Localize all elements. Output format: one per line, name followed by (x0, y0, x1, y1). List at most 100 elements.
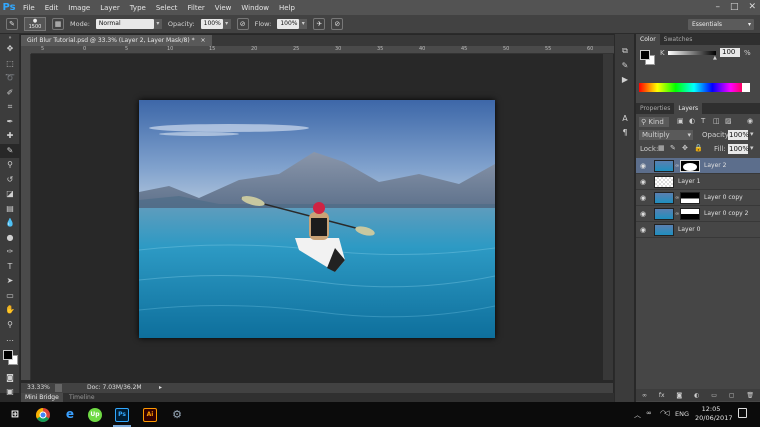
menu-image[interactable]: Image (63, 4, 95, 12)
layers-tab[interactable]: Layers (674, 103, 703, 114)
color-ramp[interactable] (639, 83, 749, 92)
fill-dropdown-icon[interactable]: ▾ (750, 144, 754, 152)
shape-tool-icon[interactable]: ▭ (0, 289, 20, 304)
filter-smart-icon[interactable]: ▨ (725, 117, 732, 125)
layer-name[interactable]: Layer 0 copy 2 (704, 206, 748, 222)
layer-opacity-field[interactable]: 100% (728, 130, 749, 140)
layer-row[interactable]: ◉ Layer 0 (636, 222, 760, 238)
photoshop-icon[interactable]: Ps (115, 408, 129, 422)
lock-all-icon[interactable]: 🔒 (694, 144, 703, 152)
mini-bridge-tab[interactable]: Mini Bridge (21, 393, 63, 402)
language-indicator[interactable]: ENG (675, 410, 689, 418)
layer-name[interactable]: Layer 0 (678, 222, 700, 238)
menu-help[interactable]: Help (274, 4, 300, 12)
menu-filter[interactable]: Filter (182, 4, 209, 12)
layer-mask-thumbnail[interactable] (680, 192, 700, 204)
dodge-tool-icon[interactable]: ● (0, 231, 20, 246)
mode-select[interactable]: Normal ▾ (95, 19, 162, 29)
brush-panel-toggle-icon[interactable]: ▦ (52, 18, 64, 30)
close-button[interactable]: ✕ (748, 0, 756, 15)
menu-select[interactable]: Select (151, 4, 183, 12)
opacity-field[interactable]: 100% ▾ (200, 19, 231, 29)
clock[interactable]: 12:05 20/06/2017 (695, 405, 732, 423)
tray-chevron-icon[interactable]: ︿ (634, 410, 641, 420)
history-panel-icon[interactable]: ⧉ (615, 44, 635, 59)
type-tool-icon[interactable]: T (0, 260, 20, 275)
more-tools-icon[interactable]: … (0, 332, 20, 347)
filter-pixel-icon[interactable]: ▣ (677, 117, 684, 125)
brush-presets-icon[interactable]: ✎ (615, 59, 635, 74)
maximize-button[interactable]: □ (730, 0, 739, 15)
adjustment-layer-icon[interactable]: ◐ (694, 392, 699, 399)
lasso-tool-icon[interactable]: ➰ (0, 71, 20, 86)
history-brush-tool-icon[interactable]: ↺ (0, 173, 20, 188)
path-selection-tool-icon[interactable]: ➤ (0, 274, 20, 289)
document-tab[interactable]: Girl Blur Tutorial.psd @ 33.3% (Layer 2,… (21, 35, 212, 46)
minimize-button[interactable]: – (715, 0, 720, 15)
add-mask-icon[interactable]: ◙ (676, 392, 682, 399)
layer-row[interactable]: ◉ ∞ Layer 0 copy (636, 190, 760, 206)
trash-icon[interactable]: 🗑 (746, 392, 754, 399)
illustrator-icon[interactable]: Ai (143, 408, 157, 422)
eraser-tool-icon[interactable]: ◪ (0, 187, 20, 202)
link-icon[interactable]: ∞ (675, 206, 679, 222)
filter-shape-icon[interactable]: ◫ (713, 117, 720, 125)
quick-mask-icon[interactable]: ◙ (0, 371, 20, 386)
screen-mode-icon[interactable]: ▣ (0, 385, 20, 400)
airbrush-icon[interactable]: ✈ (313, 18, 326, 30)
workspace-select[interactable]: Essentials ▾ (688, 19, 754, 30)
chrome-icon[interactable] (34, 406, 52, 423)
healing-brush-tool-icon[interactable]: ✚ (0, 129, 20, 144)
pen-tool-icon[interactable]: ✑ (0, 245, 20, 260)
lock-position-icon[interactable]: ✥ (682, 144, 688, 152)
layer-opacity-dropdown-icon[interactable]: ▾ (750, 130, 754, 138)
hand-tool-icon[interactable]: ✋ (0, 303, 20, 318)
fx-icon[interactable]: fx (659, 392, 665, 399)
close-tab-icon[interactable]: × (201, 37, 206, 44)
gradient-tool-icon[interactable]: ▤ (0, 202, 20, 217)
brush-tool-preset-icon[interactable]: ✎ (6, 18, 18, 30)
fg-color-chip[interactable] (640, 50, 650, 60)
brush-tool-icon[interactable]: ✎ (0, 143, 20, 158)
flow-field[interactable]: 100% ▾ (277, 19, 308, 29)
k-slider[interactable] (668, 51, 716, 55)
filter-type-icon[interactable]: T (701, 117, 705, 125)
paragraph-panel-icon[interactable]: ¶ (615, 126, 635, 141)
eye-icon[interactable]: ◉ (640, 190, 648, 206)
menu-window[interactable]: Window (236, 4, 274, 12)
menu-type[interactable]: Type (125, 4, 151, 12)
k-slider-handle-icon[interactable]: ▲ (713, 55, 717, 61)
vertical-scrollbar[interactable] (603, 54, 613, 380)
color-ramp-white[interactable] (742, 83, 750, 92)
blend-mode-select[interactable]: Multiply ▾ (639, 130, 693, 140)
notifications-icon[interactable] (738, 408, 747, 418)
network-icon[interactable]: ∞ (646, 409, 652, 417)
clone-stamp-tool-icon[interactable]: ⚲ (0, 158, 20, 173)
upwork-icon[interactable]: Up (88, 408, 102, 422)
menu-layer[interactable]: Layer (95, 4, 125, 12)
eye-icon[interactable]: ◉ (640, 222, 648, 238)
collapse-toolbar-icon[interactable]: » (0, 34, 20, 42)
pressure-opacity-icon[interactable]: ⊘ (236, 18, 249, 30)
properties-tab[interactable]: Properties (636, 103, 674, 114)
new-group-icon[interactable]: ▭ (711, 392, 717, 399)
link-layers-icon[interactable]: ∞ (642, 392, 647, 399)
color-tab[interactable]: Color (636, 34, 660, 45)
layer-mask-thumbnail[interactable] (680, 208, 700, 220)
filter-toggle-icon[interactable]: ◉ (747, 117, 753, 125)
eyedropper-tool-icon[interactable]: ✒ (0, 115, 20, 130)
layer-mask-thumbnail[interactable] (680, 160, 700, 172)
blur-tool-icon[interactable]: 💧 (0, 216, 20, 231)
menu-file[interactable]: File (18, 4, 40, 12)
swatches-tab[interactable]: Swatches (660, 34, 697, 45)
eye-icon[interactable]: ◉ (640, 174, 648, 190)
marquee-tool-icon[interactable]: ⬚ (0, 57, 20, 72)
eye-icon[interactable]: ◉ (640, 158, 648, 174)
steam-icon[interactable]: ⚙ (168, 406, 186, 423)
character-panel-icon[interactable]: A (615, 112, 635, 127)
layer-name[interactable]: Layer 2 (704, 158, 726, 174)
actions-panel-icon[interactable]: ▶ (615, 73, 635, 88)
lock-transparent-icon[interactable]: ▦ (658, 144, 665, 152)
menu-edit[interactable]: Edit (40, 4, 64, 12)
status-arrow-icon[interactable]: ▸ (159, 383, 162, 393)
